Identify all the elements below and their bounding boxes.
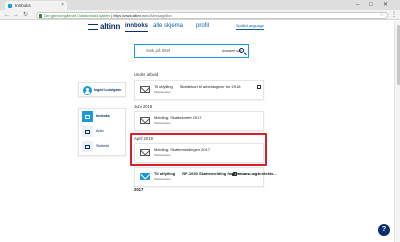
page-scrollbar[interactable] (394, 21, 400, 242)
message-due-date: Frist: 30.04.2018 (232, 171, 259, 177)
nav-profil[interactable]: profil (196, 22, 209, 31)
sidebar-item-label: Arkiv (96, 129, 104, 133)
message-item[interactable]: Til utfylling RF-1030 Skattemelding for f… (134, 167, 277, 187)
forward-arrow-icon[interactable]: → (13, 11, 19, 19)
actor-name: Ingrid Ludvigsen (94, 88, 122, 92)
envelope-icon (140, 117, 150, 124)
url-path: /ui/MessageBox (146, 13, 172, 18)
nav-innboks[interactable]: innboks (125, 22, 149, 32)
altinn-logo[interactable]: altinn (88, 22, 120, 31)
sidebar-item-label: Innboks (96, 114, 110, 118)
due-date-text: Frist: 30.04.2018 (236, 172, 259, 176)
sidebar-item-label: Slettede (96, 144, 110, 148)
maximize-button[interactable]: □ (369, 1, 373, 9)
search-box[interactable]: Søk på tittel Avansert søk (134, 44, 249, 58)
section-under-arbeid: Under arbeid (134, 72, 159, 77)
close-window-button[interactable]: ✕ (383, 1, 388, 9)
message-sender: Skatteetaten (154, 121, 171, 125)
altinn-logo-mark-icon (88, 23, 98, 30)
inbox-icon (82, 111, 93, 122)
browser-tab-title: Innboks (15, 3, 31, 8)
browser-toolbar: ← → ↻ Det gjennomgående Datakontrakt-sys… (0, 10, 400, 20)
envelope-icon (140, 173, 150, 180)
tab-close-icon[interactable]: × (61, 1, 64, 10)
sidebar-nav: Innboks Arkiv Slettede (78, 108, 126, 156)
minimize-button[interactable]: – (356, 1, 359, 9)
bookmark-star-icon[interactable]: ☆ (380, 13, 384, 18)
search-input[interactable]: Søk på tittel (146, 45, 170, 57)
message-subtitle: RF-1030 Skattemelding for formues- og in… (182, 171, 277, 176)
search-icon[interactable] (239, 48, 244, 53)
actor-selector[interactable]: Ingrid Ludvigsen (78, 82, 126, 97)
address-bar[interactable]: Det gjennomgående Datakontrakt-system | … (36, 11, 388, 19)
browser-tab[interactable]: Innboks × (5, 1, 67, 10)
sidebar-item-arkiv[interactable]: Arkiv (79, 124, 125, 139)
browser-tab-bar: Innboks × – □ ✕ (0, 0, 400, 10)
person-icon (83, 86, 92, 95)
trash-icon (82, 141, 93, 152)
message-sender: Skatteetaten (154, 177, 171, 181)
reload-icon[interactable]: ↻ (23, 11, 28, 19)
edit-form-icon (257, 85, 261, 89)
sidebar-item-innboks[interactable]: Innboks (79, 109, 125, 124)
highlight-box (130, 133, 267, 166)
browser-menu-icon[interactable]: ⋮ (391, 11, 397, 19)
archive-icon (82, 126, 93, 137)
message-subtitle: Skattekort til arbeidsgiver for 2018 (179, 84, 241, 89)
url-host: https://www.altinn.no (113, 13, 147, 18)
message-item[interactable]: Melding: Skattekortet 2017 Skatteetaten (134, 111, 264, 131)
help-button[interactable]: ? (378, 224, 390, 236)
message-item[interactable]: Til utfylling Skattekort til arbeidsgiver… (134, 80, 264, 100)
language-switch[interactable]: Språk/Language (236, 24, 264, 30)
section-juni-2018: Juni 2018 (134, 104, 153, 109)
nav-alle-skjema[interactable]: alle skjema (153, 22, 183, 31)
sidebar-item-slettede[interactable]: Slettede (79, 139, 125, 154)
back-arrow-icon[interactable]: ← (4, 11, 10, 19)
scrollbar-thumb[interactable] (396, 25, 400, 85)
altinn-favicon-icon (8, 3, 12, 8)
message-status: Til utfylling (154, 84, 173, 89)
altinn-logo-text: altinn (100, 22, 121, 31)
lock-icon (39, 14, 42, 18)
section-2017: 2017 (134, 187, 144, 192)
url-secure-label: Det gjennomgående Datakontrakt-system (44, 13, 111, 18)
envelope-icon (140, 86, 150, 93)
message-sender: Skatteetaten (154, 90, 171, 94)
message-status: Til utfylling (154, 171, 176, 176)
